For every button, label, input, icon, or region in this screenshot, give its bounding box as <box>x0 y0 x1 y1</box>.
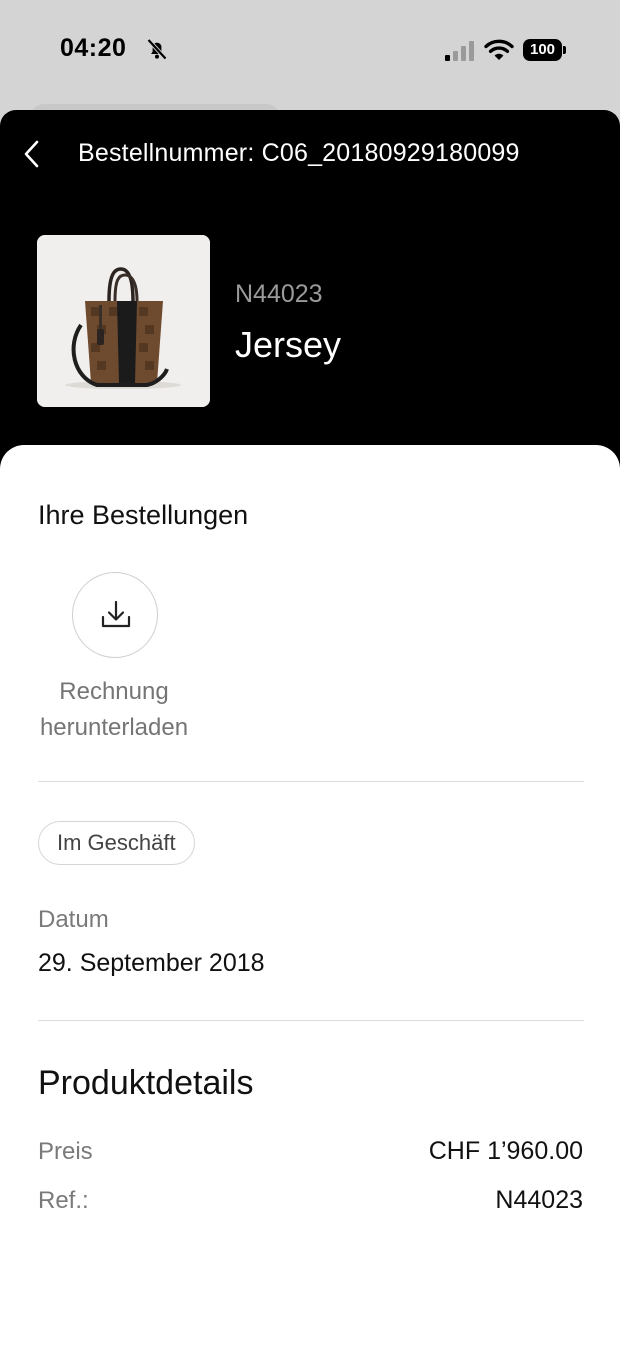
chevron-left-icon <box>24 140 39 168</box>
price-label: Preis <box>38 1138 93 1165</box>
orders-section-title: Ihre Bestellungen <box>38 500 249 530</box>
date-label: Datum <box>38 906 109 933</box>
cellular-signal-icon <box>445 41 474 61</box>
battery-icon: 100 <box>523 39 567 61</box>
divider <box>38 1020 584 1021</box>
ref-value: N44023 <box>495 1186 583 1214</box>
download-label-line2: herunterladen <box>39 714 189 741</box>
price-value: CHF 1’960.00 <box>428 1137 583 1165</box>
date-value: 29. September 2018 <box>38 949 265 977</box>
download-label-line1: Rechnung <box>59 678 169 705</box>
product-code: N44023 <box>235 280 323 308</box>
order-number-title: Bestellnummer: C06_20180929180099 <box>78 139 520 167</box>
download-invoice-label[interactable]: Rechnung herunterladen <box>28 674 200 746</box>
product-name: Jersey <box>235 324 342 365</box>
bell-slash-icon <box>147 38 167 60</box>
divider <box>38 781 584 782</box>
wifi-icon <box>484 39 514 60</box>
battery-nub <box>563 46 566 54</box>
back-button[interactable] <box>18 138 48 170</box>
ref-label: Ref.: <box>38 1187 89 1214</box>
status-bar: 04:20 100 <box>0 0 620 100</box>
status-time: 04:20 <box>60 34 127 62</box>
download-invoice-button[interactable] <box>72 572 158 658</box>
purchase-channel-badge: Im Geschäft <box>38 821 195 865</box>
battery-level: 100 <box>523 39 562 61</box>
handbag-image <box>37 235 210 407</box>
download-icon <box>101 600 131 628</box>
product-details-title: Produktdetails <box>38 1064 254 1102</box>
product-image <box>37 235 210 407</box>
